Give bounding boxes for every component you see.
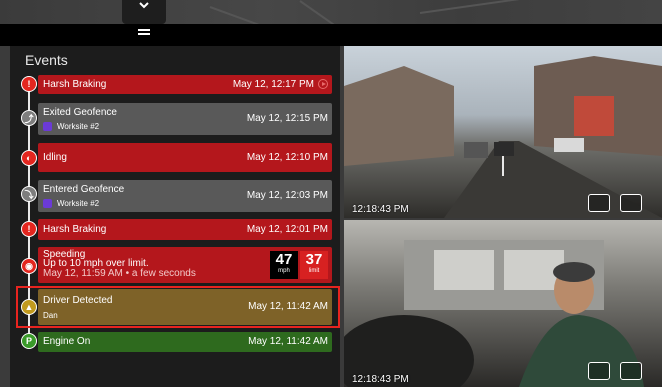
road-facing-video[interactable]: 12:18:43 PM xyxy=(344,46,662,218)
video-timestamp: 12:18:43 PM xyxy=(352,374,409,385)
idle-icon: ◐ xyxy=(21,150,37,166)
current-speed: 47 mph xyxy=(270,251,298,279)
event-row[interactable]: Harsh Braking May 12, 12:17 PM xyxy=(38,75,332,94)
event-row[interactable]: Exited Geofence Worksite #2 May 12, 12:1… xyxy=(38,103,332,135)
expand-icon[interactable] xyxy=(620,194,642,212)
engine-on-icon: P xyxy=(21,333,37,349)
play-icon[interactable] xyxy=(318,79,328,89)
event-time: May 12, 12:01 PM xyxy=(246,224,328,235)
selected-event-highlight xyxy=(16,286,340,328)
event-type: Entered Geofence xyxy=(43,184,125,195)
speed-indicator: 47 mph 37 limit xyxy=(270,251,328,279)
event-type: Engine On xyxy=(43,336,91,347)
map-edge xyxy=(0,46,10,387)
geofence-exit-icon: ⤴ xyxy=(21,110,37,126)
event-location: Worksite #2 xyxy=(43,199,99,208)
video-timestamp: 12:18:43 PM xyxy=(352,204,409,215)
event-time: May 12, 11:42 AM xyxy=(248,336,328,347)
event-location: Worksite #2 xyxy=(43,122,99,131)
chevron-down-icon xyxy=(139,2,149,9)
event-time: May 12, 12:17 PM xyxy=(232,79,314,90)
event-row[interactable]: Idling May 12, 12:10 PM xyxy=(38,143,332,172)
event-time: May 12, 12:03 PM xyxy=(246,190,328,201)
switch-camera-icon[interactable] xyxy=(588,362,610,380)
switch-camera-icon[interactable] xyxy=(588,194,610,212)
road-scene xyxy=(344,56,662,218)
warning-icon: ! xyxy=(21,221,37,237)
warning-icon: ! xyxy=(21,76,37,92)
geofence-color-icon xyxy=(43,122,52,131)
geofence-enter-icon: ⤵ xyxy=(21,186,37,202)
event-row[interactable]: Speeding Up to 10 mph over limit. May 12… xyxy=(38,247,332,283)
driver-facing-video[interactable]: 12:18:43 PM xyxy=(344,220,662,387)
events-title: Events xyxy=(25,52,68,68)
event-row[interactable]: Engine On May 12, 11:42 AM xyxy=(38,332,332,352)
event-type: Exited Geofence xyxy=(43,107,117,118)
event-time: May 12, 12:10 PM xyxy=(246,152,328,163)
geofence-color-icon xyxy=(43,199,52,208)
map-background xyxy=(0,0,662,39)
event-time: May 12, 11:59 AM • a few seconds xyxy=(43,268,196,279)
menu-icon[interactable] xyxy=(138,29,150,37)
event-type: Idling xyxy=(43,152,67,163)
event-row[interactable]: Harsh Braking May 12, 12:01 PM xyxy=(38,219,332,240)
top-bar xyxy=(0,24,662,46)
event-type: Harsh Braking xyxy=(43,224,107,235)
event-time: May 12, 12:15 PM xyxy=(246,113,328,124)
cabin-scene xyxy=(344,240,644,387)
event-type: Harsh Braking xyxy=(43,79,107,90)
speeding-icon: ◉ xyxy=(21,258,37,274)
panel-collapse-tab[interactable] xyxy=(122,0,166,24)
expand-icon[interactable] xyxy=(620,362,642,380)
event-row[interactable]: Entered Geofence Worksite #2 May 12, 12:… xyxy=(38,180,332,212)
speed-limit: 37 limit xyxy=(300,251,328,279)
